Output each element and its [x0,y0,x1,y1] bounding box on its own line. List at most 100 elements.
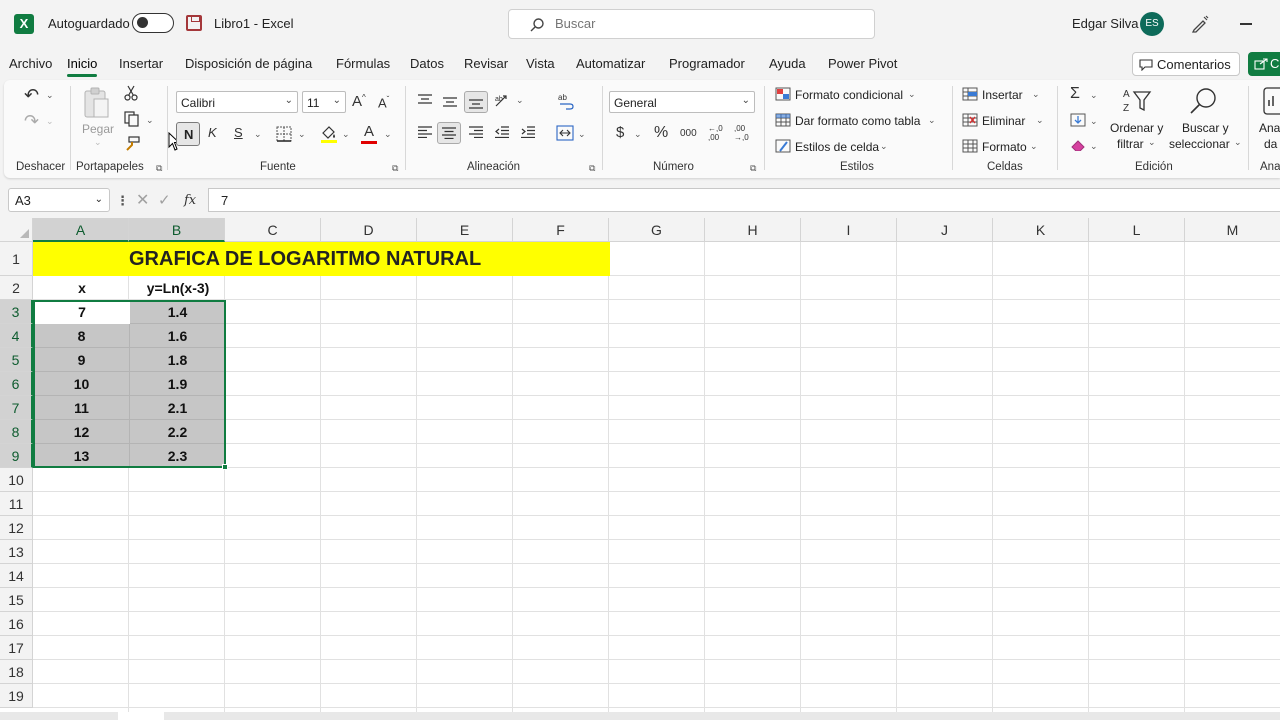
thousands-separator-icon[interactable]: 000 [680,129,697,139]
chevron-down-icon[interactable]: ⌄ [1030,142,1038,151]
formula-input[interactable]: 7 [208,188,1280,212]
tab-archivo[interactable]: Archivo [9,56,52,71]
copy-icon[interactable] [124,111,140,127]
cell-y-value[interactable]: 1.8 [130,348,226,372]
currency-format-icon[interactable]: $ [616,125,624,140]
tab-revisar[interactable]: Revisar [464,56,508,71]
chevron-down-icon[interactable]: ⌄ [46,91,54,100]
font-size-select[interactable]: 11 ⌄ [302,91,346,113]
chevron-down-icon[interactable]: ⌄ [1090,142,1098,151]
column-header-c[interactable]: C [225,218,321,242]
column-header-j[interactable]: J [897,218,993,242]
shrink-font-icon[interactable]: Aˇ [378,96,389,110]
find-select-label-2[interactable]: seleccionar [1169,137,1230,151]
tab-insertar[interactable]: Insertar [119,56,163,71]
tab-vista[interactable]: Vista [526,56,555,71]
redo-icon[interactable]: ↷ [24,112,39,130]
cell-styles-button[interactable]: Estilos de celda [795,140,879,154]
cell-y-value[interactable]: 1.6 [130,324,226,348]
increase-decimal-icon[interactable]: ←,0 ,00 [708,124,723,142]
dialog-launcher-icon[interactable]: ⧉ [392,163,398,174]
insert-function-button[interactable]: fx [184,193,196,208]
cell-x-value[interactable]: 13 [34,444,130,468]
cell-y-value[interactable]: 1.9 [130,372,226,396]
column-header-d[interactable]: D [321,218,417,242]
chevron-down-icon[interactable]: ⌄ [146,116,154,125]
conditional-format-icon[interactable] [775,87,791,101]
dialog-launcher-icon[interactable]: ⧉ [156,163,162,174]
cell-x-value[interactable]: 10 [34,372,130,396]
tab-inicio[interactable]: Inicio [67,56,98,77]
align-middle-icon[interactable] [443,96,457,108]
orientation-icon[interactable]: ab [494,92,512,108]
cancel-icon[interactable]: ✕ [136,190,149,210]
dialog-launcher-icon[interactable]: ⧉ [589,163,595,174]
chevron-down-icon[interactable]: ⌄ [1090,117,1098,126]
tab-disposicion-pagina[interactable]: Disposición de página [185,56,312,71]
cell-x-value[interactable]: 9 [34,348,130,372]
tab-power-pivot[interactable]: Power Pivot [828,56,897,71]
borders-icon[interactable] [276,126,292,142]
chevron-down-icon[interactable]: ⌄ [928,116,936,125]
cell-x-value[interactable]: 7 [34,300,130,324]
row-header-15[interactable]: 15 [0,588,33,612]
row-header-14[interactable]: 14 [0,564,33,588]
column-header-h[interactable]: H [705,218,801,242]
insert-cells-button[interactable]: Insertar [982,88,1023,102]
row-header-7[interactable]: 7 [0,396,33,420]
format-painter-icon[interactable] [124,136,140,152]
share-button[interactable]: C [1248,52,1280,76]
row-header-10[interactable]: 10 [0,468,33,492]
avatar[interactable]: ES [1140,12,1164,36]
chevron-down-icon[interactable]: ⌄ [634,130,642,139]
column-header-g[interactable]: G [609,218,705,242]
minimize-icon[interactable] [1240,23,1252,25]
column-header-l[interactable]: L [1089,218,1185,242]
tab-programador[interactable]: Programador [669,56,745,71]
column-header-f[interactable]: F [513,218,609,242]
chevron-down-icon[interactable]: ⌄ [46,117,54,126]
cell-y-value[interactable]: 2.1 [130,396,226,420]
chevron-down-icon[interactable]: ⌄ [578,130,586,139]
tab-datos[interactable]: Datos [410,56,444,71]
number-format-select[interactable]: General ⌄ [609,91,755,113]
increase-indent-icon[interactable] [521,126,535,138]
row-header-17[interactable]: 17 [0,636,33,660]
align-left-icon[interactable] [418,126,432,138]
autosum-icon[interactable]: Σ [1070,86,1080,102]
paste-label[interactable]: Pegar [82,122,114,136]
undo-icon[interactable]: ↶ [24,86,39,104]
chevron-down-icon[interactable]: ⌄ [1090,91,1098,100]
column-header-b[interactable]: B [129,218,225,242]
cell-y-value[interactable]: 1.4 [130,300,226,324]
row-header-16[interactable]: 16 [0,612,33,636]
font-color-icon[interactable]: A [364,124,374,139]
format-as-table-icon[interactable] [775,113,791,127]
chevron-down-icon[interactable]: ⌄ [298,130,306,139]
search-input[interactable] [555,16,855,31]
column-header-k[interactable]: K [993,218,1089,242]
name-box[interactable]: A3 ⌄ [8,188,110,212]
cell-y-value[interactable]: 2.2 [130,420,226,444]
chevron-down-icon[interactable]: ⌄ [1234,138,1242,147]
column-header-a[interactable]: A [33,218,129,242]
sort-filter-label-2[interactable]: filtrar [1117,137,1144,151]
dialog-launcher-icon[interactable]: ⧉ [750,163,756,174]
row-header-9[interactable]: 9 [0,444,33,468]
analyze-data-icon[interactable] [1262,86,1280,116]
enter-icon[interactable]: ✓ [158,191,171,209]
header-cell-y[interactable]: y=Ln(x-3) [130,276,226,300]
chevron-down-icon[interactable]: ⌄ [94,138,102,147]
search-box[interactable] [508,9,875,39]
wrap-text-icon[interactable]: ab [558,92,574,110]
chevron-down-icon[interactable]: ⌄ [254,130,262,139]
percent-format-icon[interactable]: % [654,125,668,141]
delete-cells-icon[interactable] [962,113,978,127]
row-header-2[interactable]: 2 [0,276,33,300]
title-cell-merged[interactable]: GRAFICA DE LOGARITMO NATURAL [33,242,610,276]
align-center-button[interactable] [437,122,461,144]
column-header-i[interactable]: I [801,218,897,242]
paste-icon[interactable] [82,86,112,120]
save-icon[interactable] [186,15,202,31]
format-as-table-button[interactable]: Dar formato como tabla [795,114,920,128]
